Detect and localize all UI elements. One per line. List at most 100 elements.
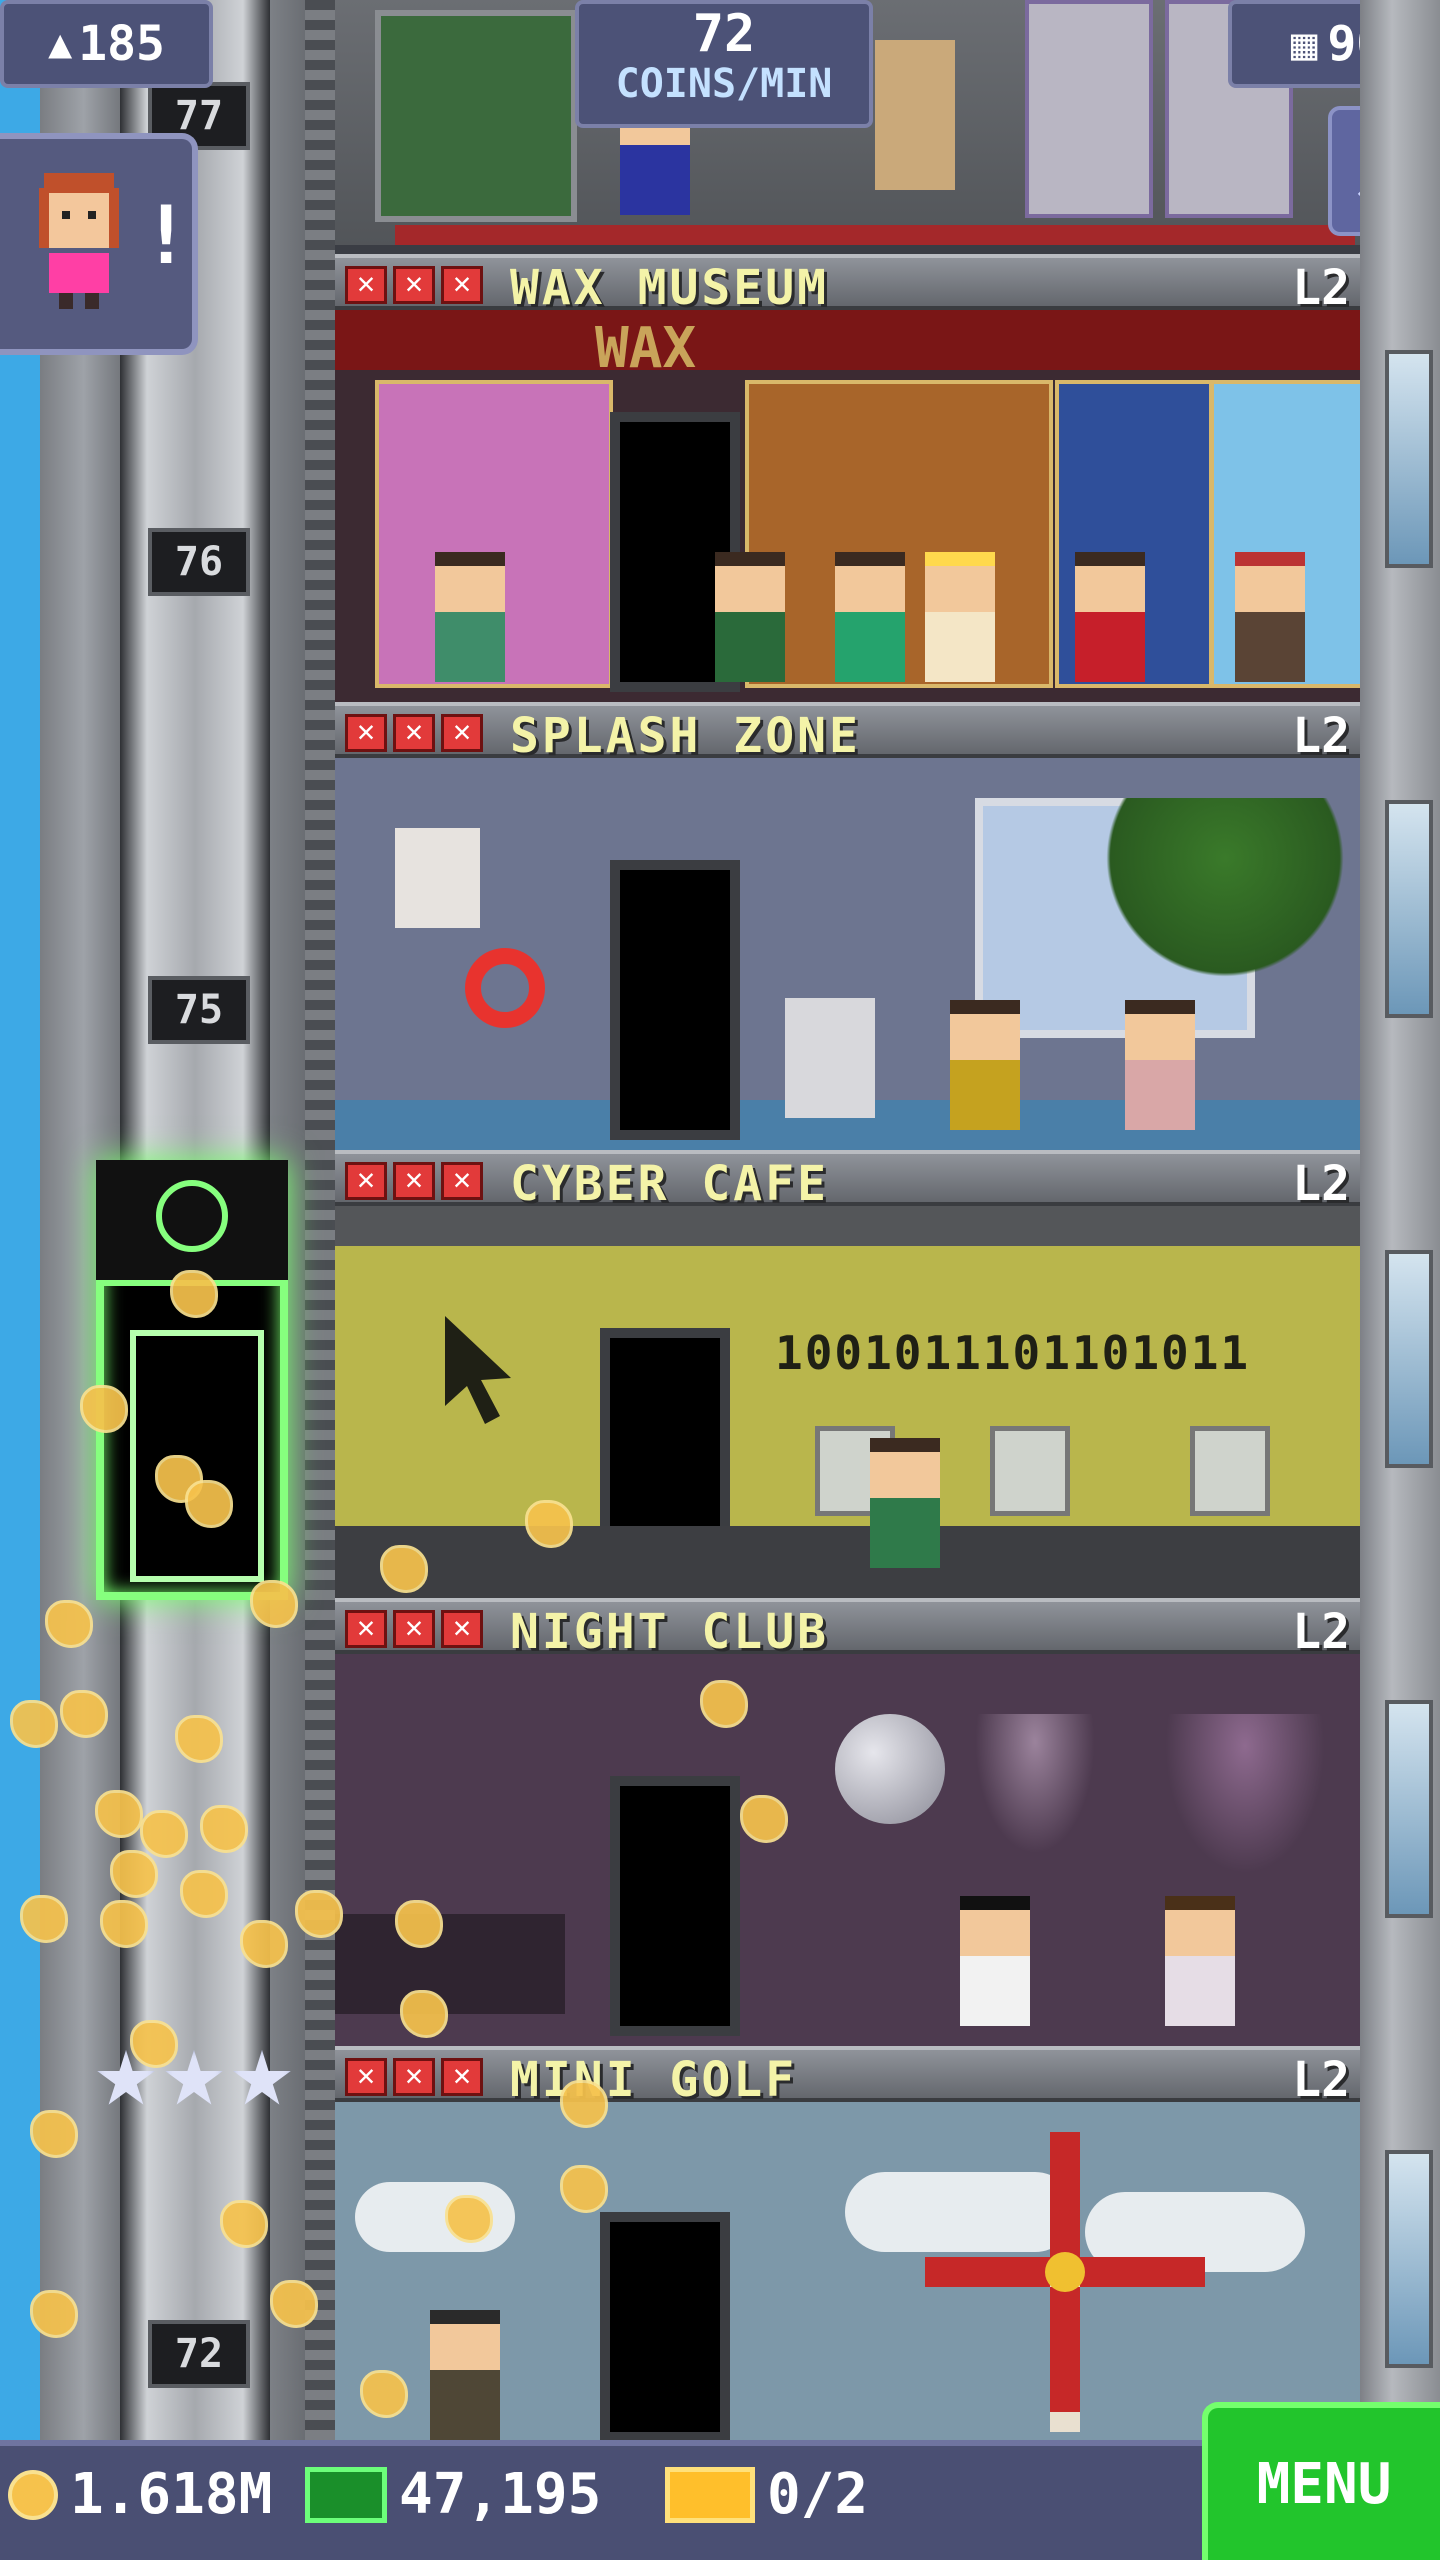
- floor-header: ✕ ✕ ✕ WAX MUSEUM L2: [335, 254, 1360, 316]
- coins-counter[interactable]: 1.618M: [8, 2462, 272, 2527]
- wax-figure: [1075, 552, 1145, 682]
- elevator-bonus-icon: [96, 1160, 288, 1286]
- floor-wax-museum[interactable]: ✕ ✕ ✕ WAX MUSEUM L2 WAX: [335, 254, 1360, 702]
- coins-value: 1.618M: [70, 2462, 273, 2527]
- out-of-stock-icon: ✕: [345, 1162, 387, 1200]
- stock-indicators: ✕ ✕ ✕: [345, 714, 483, 752]
- coins-rate-panel: 72 COINS/MIN: [575, 0, 873, 128]
- bitizen[interactable]: [1125, 1000, 1195, 1130]
- bar-counter: [335, 1914, 565, 2014]
- floor-level: L2: [1292, 260, 1350, 316]
- out-of-stock-icon: ✕: [441, 2058, 483, 2096]
- floor-door: [610, 1776, 740, 2036]
- wax-figure: [925, 552, 995, 682]
- bitizen[interactable]: [430, 2310, 500, 2440]
- floor-splash-zone[interactable]: ✕ ✕ ✕ SPLASH ZONE L2: [335, 702, 1360, 1150]
- slot-machine: [1025, 0, 1153, 218]
- person-icon: ▲: [48, 21, 73, 67]
- coins-rate-value: 72: [692, 4, 756, 64]
- wax-figure: [835, 552, 905, 682]
- out-of-stock-icon: ✕: [441, 714, 483, 752]
- floor-name: WAX MUSEUM: [510, 260, 829, 316]
- deck-chair: [785, 998, 875, 1118]
- floor-room[interactable]: 1001011101101011: [335, 1206, 1360, 1598]
- bitizen[interactable]: [1165, 1896, 1235, 2026]
- exterior-window: [1385, 1250, 1433, 1468]
- floor-room[interactable]: WAX: [335, 310, 1360, 702]
- out-of-stock-icon: ✕: [393, 266, 435, 304]
- out-of-stock-icon: ✕: [345, 2058, 387, 2096]
- stock-indicators: ✕ ✕ ✕: [345, 2058, 483, 2096]
- building-icon: ▦: [1290, 18, 1318, 70]
- tickets-counter[interactable]: 0/2: [665, 2462, 868, 2527]
- population-counter[interactable]: ▲ 185: [0, 0, 213, 88]
- floor-name: NIGHT CLUB: [510, 1604, 829, 1660]
- floor-name: SPLASH ZONE: [510, 708, 861, 764]
- shaft-floor-number: 75: [148, 976, 250, 1044]
- building-facade: [375, 10, 577, 222]
- shaft-floor-number: 72: [148, 2320, 250, 2388]
- coins-rate-label: COINS/MIN: [615, 61, 833, 107]
- population-value: 185: [78, 16, 165, 72]
- wax-figure: [435, 552, 505, 682]
- spotlight: [975, 1714, 1095, 1854]
- out-of-stock-icon: ✕: [441, 1162, 483, 1200]
- floor-header: ✕ ✕ ✕ SPLASH ZONE L2: [335, 702, 1360, 764]
- exterior-window: [1385, 800, 1433, 1018]
- out-of-stock-icon: ✕: [393, 1610, 435, 1648]
- floor-name: CYBER CAFE: [510, 1156, 829, 1212]
- stock-indicators: ✕ ✕ ✕: [345, 1610, 483, 1648]
- life-ring-icon: [465, 948, 545, 1028]
- out-of-stock-icon: ✕: [441, 1610, 483, 1648]
- alert-icon: !: [142, 189, 191, 282]
- floor-cyber-cafe[interactable]: ✕ ✕ ✕ CYBER CAFE L2 1001011101101011: [335, 1150, 1360, 1598]
- wax-figure: [715, 552, 785, 682]
- bitizen[interactable]: [960, 1896, 1030, 2026]
- tower-bux-counter[interactable]: 47,195: [305, 2462, 601, 2527]
- wax-figure: [1235, 552, 1305, 682]
- floor-door: [600, 2212, 730, 2440]
- spotlight: [1165, 1714, 1325, 1874]
- floor-level: L2: [1292, 2052, 1350, 2108]
- building-exterior-wall: [1360, 0, 1440, 2440]
- palm-tree: [1095, 798, 1355, 998]
- floor-room[interactable]: [335, 2102, 1360, 2440]
- binary-wall-text: 1001011101101011: [775, 1326, 1251, 1380]
- out-of-stock-icon: ✕: [393, 2058, 435, 2096]
- out-of-stock-icon: ✕: [393, 1162, 435, 1200]
- visitor-button[interactable]: !: [0, 133, 198, 355]
- floor-header: ✕ ✕ ✕ CYBER CAFE L2: [335, 1150, 1360, 1212]
- bux-icon: [305, 2466, 387, 2523]
- floor-name: MINI GOLF: [510, 2052, 798, 2108]
- out-of-stock-icon: ✕: [441, 266, 483, 304]
- floor-level: L2: [1292, 708, 1350, 764]
- menu-button[interactable]: MENU: [1202, 2402, 1440, 2560]
- tickets-value: 0/2: [767, 2462, 869, 2527]
- stock-indicators: ✕ ✕ ✕: [345, 266, 483, 304]
- bitizen[interactable]: [870, 1438, 940, 1568]
- floor-mini-golf[interactable]: ✕ ✕ ✕ MINI GOLF L2: [335, 2046, 1360, 2440]
- exterior-window: [1385, 2150, 1433, 2368]
- floor-header: ✕ ✕ ✕ MINI GOLF L2: [335, 2046, 1360, 2108]
- poster: [395, 828, 480, 928]
- windmill-icon: [925, 2132, 1205, 2432]
- out-of-stock-icon: ✕: [393, 714, 435, 752]
- sky-background: [0, 0, 40, 2560]
- floor-level: L2: [1292, 1604, 1350, 1660]
- elevator-rail: [305, 0, 335, 2440]
- visitor-avatar: [39, 173, 119, 309]
- tower-bux-value: 47,195: [399, 2462, 602, 2527]
- cursor-icon: [445, 1316, 511, 1424]
- exterior-window: [1385, 1700, 1433, 1918]
- wax-sign: WAX: [595, 316, 697, 381]
- floor-room[interactable]: [335, 758, 1360, 1150]
- out-of-stock-icon: ✕: [345, 714, 387, 752]
- floor-room[interactable]: [335, 1654, 1360, 2046]
- floor-level: L2: [1292, 1156, 1350, 1212]
- shaft-floor-number: 76: [148, 528, 250, 596]
- floor-header: ✕ ✕ ✕ NIGHT CLUB L2: [335, 1598, 1360, 1660]
- bitizen[interactable]: [950, 1000, 1020, 1130]
- out-of-stock-icon: ✕: [345, 266, 387, 304]
- floor-night-club[interactable]: ✕ ✕ ✕ NIGHT CLUB L2: [335, 1598, 1360, 2046]
- stock-indicators: ✕ ✕ ✕: [345, 1162, 483, 1200]
